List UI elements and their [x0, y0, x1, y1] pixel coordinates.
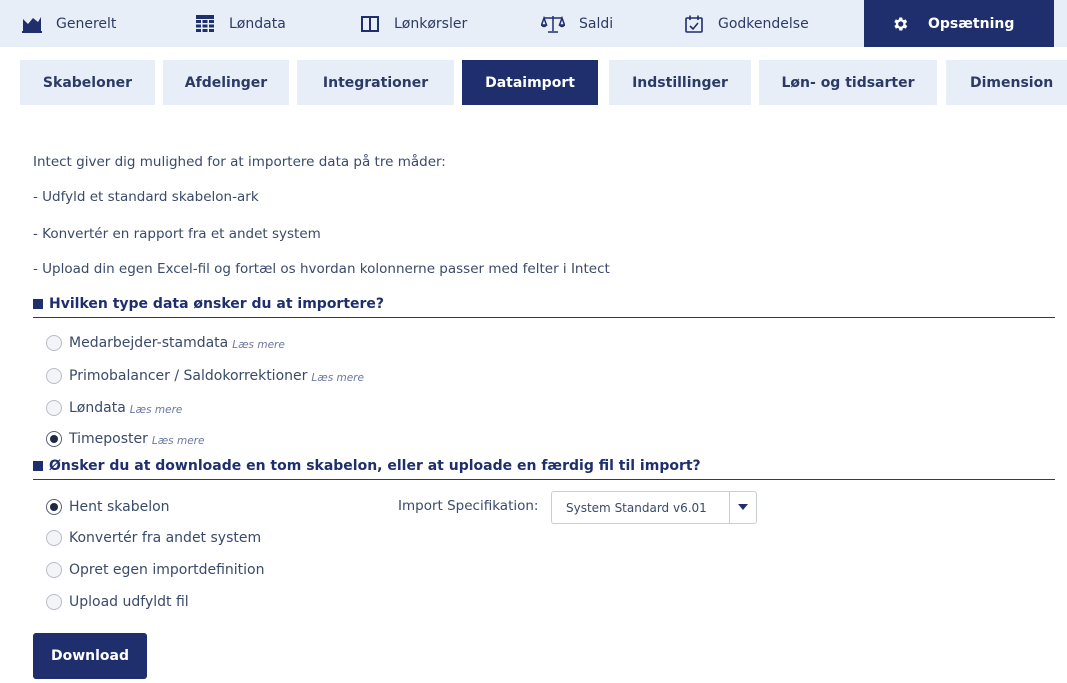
radio-button[interactable]	[46, 530, 62, 546]
section-heading-data-type: Hvilken type data ønsker du at importere…	[33, 296, 1055, 318]
radio-label: Medarbejder-stamdata	[69, 335, 229, 351]
radio-label: Konvertér fra andet system	[69, 530, 262, 546]
topnav-item-generelt[interactable]: Generelt	[22, 0, 116, 47]
scale-icon	[541, 14, 565, 34]
gear-icon	[890, 14, 910, 34]
read-more-link[interactable]: Læs mere	[152, 435, 205, 447]
dropdown-arrow-icon[interactable]	[729, 492, 756, 523]
topnav-label: Godkendelse	[718, 15, 809, 32]
top-navigation: Generelt Løndata Lønkørsler Saldi Godken…	[0, 0, 1067, 47]
radio-label: Løndata	[69, 400, 126, 416]
topnav-item-godkendelse[interactable]: Godkendelse	[684, 0, 809, 47]
tab-integrationer[interactable]: Integrationer	[297, 60, 454, 105]
radio-button[interactable]	[46, 594, 62, 610]
radio-button[interactable]	[46, 400, 62, 416]
radio-option-timeposter[interactable]: Timeposter Læs mere	[46, 431, 204, 447]
calendar-check-icon	[684, 14, 704, 34]
tab-afdelinger[interactable]: Afdelinger	[163, 60, 289, 105]
square-bullet-icon	[33, 299, 43, 309]
radio-option-medarbejder-stamdata[interactable]: Medarbejder-stamdata Læs mere	[46, 335, 285, 351]
tab-dataimport[interactable]: Dataimport	[462, 60, 598, 105]
radio-button[interactable]	[46, 562, 62, 578]
radio-button[interactable]	[46, 368, 62, 384]
intro-line: - Upload din egen Excel-fil og fortæl os…	[33, 261, 610, 277]
topnav-item-opsaetning[interactable]: Opsætning	[864, 0, 1054, 47]
section-heading-download-upload: Ønsker du at downloade en tom skabelon, …	[33, 458, 1055, 480]
read-more-link[interactable]: Læs mere	[130, 404, 183, 416]
read-more-link[interactable]: Læs mere	[311, 372, 364, 384]
radio-label: Opret egen importdefinition	[69, 562, 265, 578]
grid-icon	[195, 14, 215, 34]
tab-skabeloner[interactable]: Skabeloner	[20, 60, 155, 105]
radio-option-konverter[interactable]: Konvertér fra andet system	[46, 530, 261, 546]
intro-line: - Konvertér en rapport fra et andet syst…	[33, 226, 321, 242]
topnav-label: Lønkørsler	[394, 15, 468, 32]
topnav-label: Saldi	[579, 15, 614, 32]
section-heading-text: Hvilken type data ønsker du at importere…	[49, 296, 385, 312]
intro-line: Intect giver dig mulighed for at importe…	[33, 154, 446, 170]
tab-dimension[interactable]: Dimension	[946, 60, 1067, 105]
radio-label: Upload udfyldt fil	[69, 594, 189, 610]
radio-button-selected[interactable]	[46, 431, 62, 447]
topnav-label: Generelt	[56, 15, 117, 32]
radio-label: Hent skabelon	[69, 499, 170, 515]
import-spec-label: Import Specifikation:	[398, 498, 539, 514]
radio-option-opret-importdefinition[interactable]: Opret egen importdefinition	[46, 562, 264, 578]
chart-icon	[22, 14, 42, 34]
columns-icon	[360, 14, 380, 34]
read-more-link[interactable]: Læs mere	[232, 339, 285, 351]
radio-option-hent-skabelon[interactable]: Hent skabelon	[46, 499, 170, 515]
radio-button-selected[interactable]	[46, 499, 62, 515]
topnav-label: Løndata	[229, 15, 286, 32]
radio-label: Primobalancer / Saldokorrektioner	[69, 368, 308, 384]
tab-indstillinger[interactable]: Indstillinger	[609, 60, 751, 105]
radio-button[interactable]	[46, 335, 62, 351]
radio-option-primobalancer[interactable]: Primobalancer / Saldokorrektioner Læs me…	[46, 368, 364, 384]
radio-option-upload-udfyldt-fil[interactable]: Upload udfyldt fil	[46, 594, 189, 610]
import-spec-value: System Standard v6.01	[566, 501, 707, 515]
topnav-item-lonkorsler[interactable]: Lønkørsler	[360, 0, 467, 47]
square-bullet-icon	[33, 461, 43, 471]
radio-label: Timeposter	[69, 431, 148, 447]
sub-navigation: Skabeloner Afdelinger Integrationer Data…	[0, 47, 1067, 117]
radio-option-londata[interactable]: Løndata Læs mere	[46, 400, 182, 416]
import-spec-select[interactable]: System Standard v6.01	[551, 491, 757, 524]
intro-line: - Udfyld et standard skabelon-ark	[33, 189, 259, 205]
topnav-item-londata[interactable]: Løndata	[195, 0, 286, 47]
topnav-label: Opsætning	[928, 15, 1015, 32]
section-heading-text: Ønsker du at downloade en tom skabelon, …	[49, 458, 701, 474]
tab-lon-og-tidsarter[interactable]: Løn- og tidsarter	[759, 60, 937, 105]
topnav-item-saldi[interactable]: Saldi	[541, 0, 613, 47]
download-button[interactable]: Download	[33, 633, 147, 679]
